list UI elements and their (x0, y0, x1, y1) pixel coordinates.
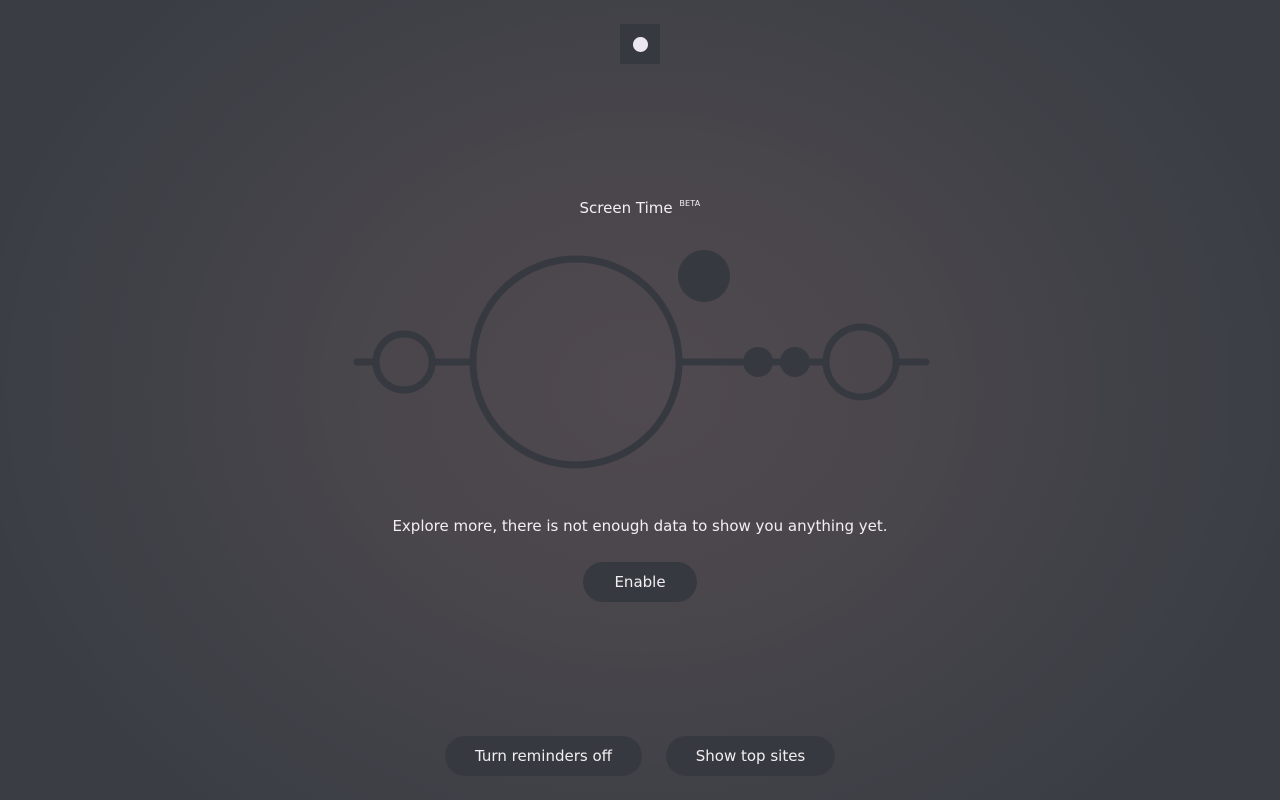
empty-state-message: Explore more, there is not enough data t… (392, 517, 888, 535)
beta-badge: BETA (679, 199, 701, 208)
timeline-dot (780, 347, 810, 377)
floating-dot (678, 250, 730, 302)
show-top-sites-button[interactable]: Show top sites (666, 736, 835, 776)
medium-ring-right (822, 323, 900, 401)
top-toggle-button[interactable] (620, 24, 660, 64)
enable-button[interactable]: Enable (583, 562, 697, 602)
screen-time-title: Screen Time BETA (0, 198, 1280, 218)
large-ring-center (469, 255, 683, 469)
small-ring-left (372, 330, 436, 394)
turn-reminders-off-button[interactable]: Turn reminders off (445, 736, 642, 776)
timeline-dot (743, 347, 773, 377)
screen-time-title-text: Screen Time (579, 199, 673, 217)
empty-state-illustration (353, 250, 930, 469)
dot-toggle-icon (632, 36, 648, 52)
